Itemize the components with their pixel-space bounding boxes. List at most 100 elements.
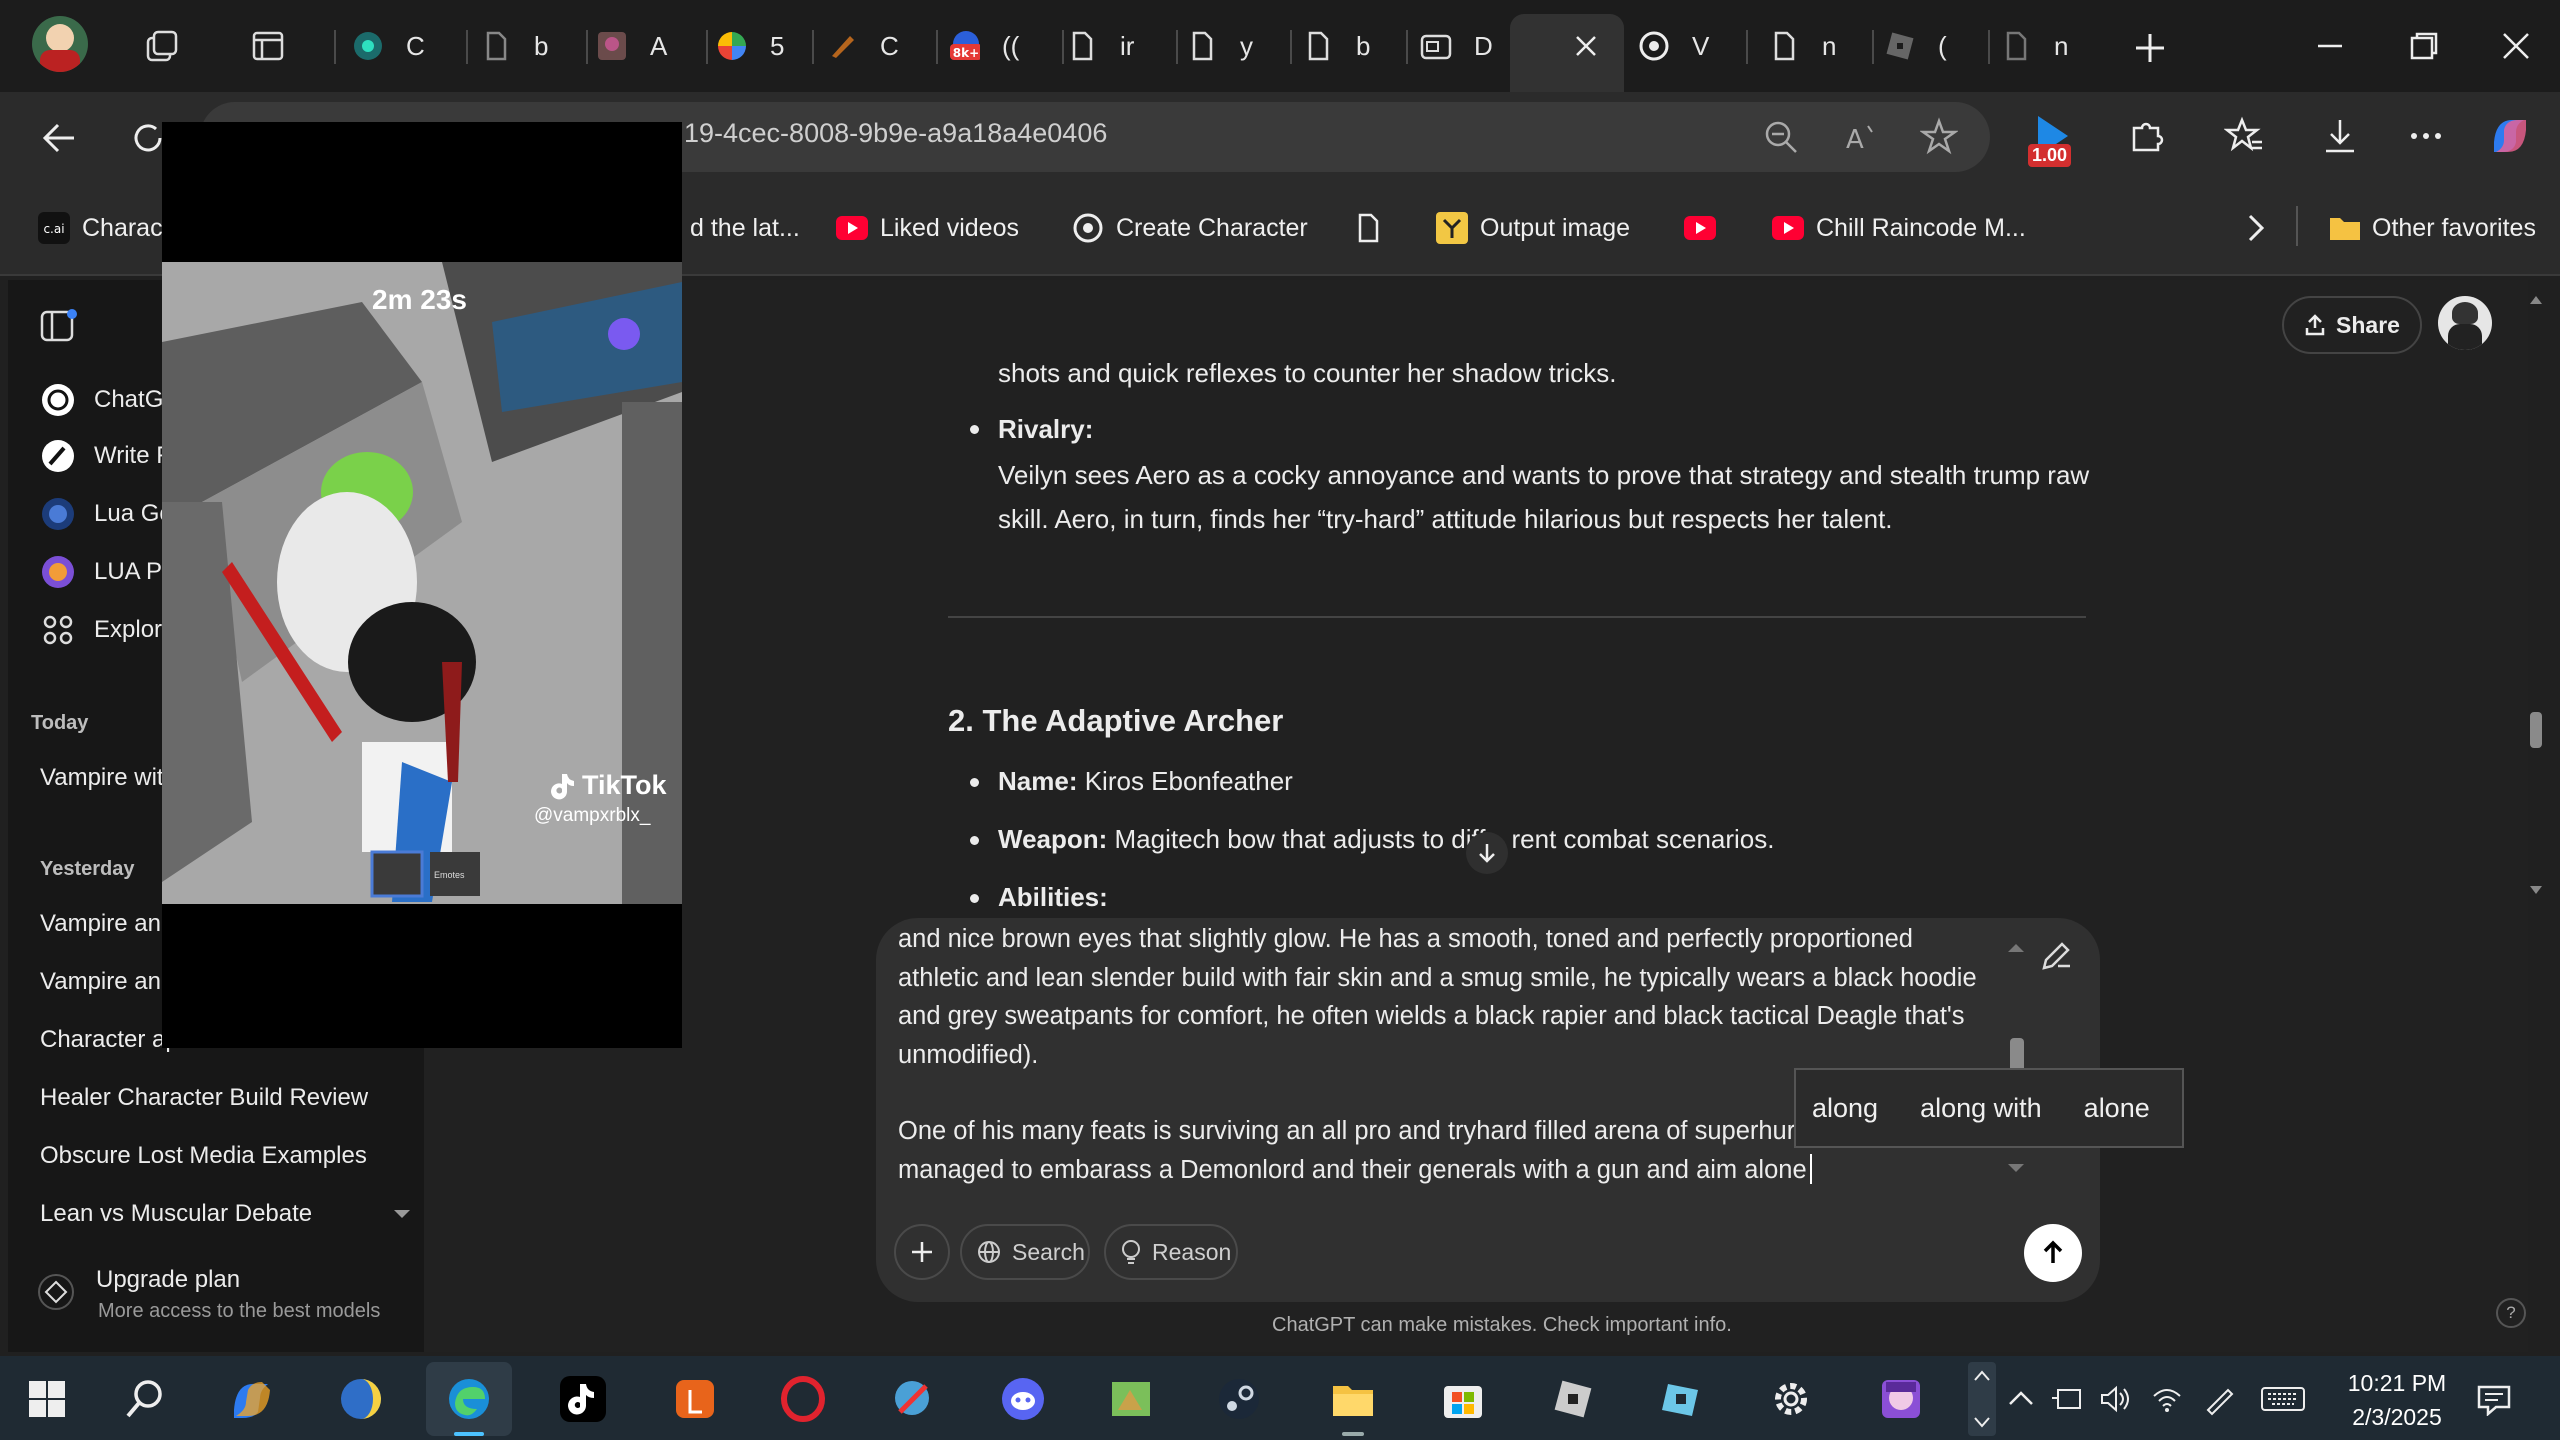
- notifications-icon[interactable]: [2476, 1384, 2512, 1416]
- help-button[interactable]: ?: [2496, 1298, 2526, 1328]
- restore-button[interactable]: [2404, 26, 2444, 66]
- browser-tab[interactable]: (: [1884, 14, 1998, 78]
- browser-tab[interactable]: b: [480, 14, 594, 78]
- edit-canvas-icon[interactable]: [2036, 936, 2076, 976]
- browser-tab[interactable]: 8k+ ((: [948, 14, 1062, 78]
- share-button[interactable]: Share: [2282, 296, 2422, 354]
- chat-history-item[interactable]: Character ap: [40, 1026, 179, 1054]
- taskbar-app[interactable]: [1748, 1362, 1834, 1436]
- scroll-to-bottom-button[interactable]: [1466, 832, 1508, 874]
- taskbar-app[interactable]: [208, 1362, 294, 1436]
- browser-tab[interactable]: y: [1186, 14, 1300, 78]
- tab-actions-icon[interactable]: [250, 28, 286, 64]
- taskbar-app[interactable]: [1196, 1362, 1282, 1436]
- wifi-icon[interactable]: [2150, 1384, 2184, 1414]
- taskbar-app[interactable]: [1530, 1362, 1616, 1436]
- taskbar-scroll[interactable]: [1968, 1362, 1996, 1436]
- chat-history-item[interactable]: Vampire with: [40, 764, 177, 792]
- more-menu-icon[interactable]: [2406, 116, 2446, 156]
- browser-tab[interactable]: n: [2000, 14, 2114, 78]
- close-window-button[interactable]: [2496, 26, 2536, 66]
- scroll-down-caret-icon[interactable]: [392, 1204, 412, 1224]
- sidebar-item-lua-pr[interactable]: LUA Pr: [94, 558, 170, 586]
- bookmark-item[interactable]: [1684, 205, 1728, 251]
- composer-scrollbar-thumb[interactable]: [2010, 1038, 2024, 1072]
- back-icon[interactable]: [38, 116, 82, 160]
- taskbar-app[interactable]: [540, 1362, 626, 1436]
- reason-toggle-button[interactable]: Reason: [1104, 1224, 1238, 1280]
- attach-button[interactable]: [894, 1224, 950, 1280]
- sidebar-item-write[interactable]: Write F: [94, 442, 171, 470]
- message-input[interactable]: and nice brown eyes that slightly glow. …: [898, 920, 2028, 1190]
- page-scrollbar[interactable]: [2526, 292, 2546, 1292]
- browser-tab[interactable]: A: [596, 14, 710, 78]
- browser-tab[interactable]: b: [1302, 14, 1416, 78]
- bookmark-item[interactable]: [1352, 205, 1396, 251]
- bookmark-item[interactable]: Chill Raincode M...: [1772, 205, 2026, 251]
- zoom-icon[interactable]: [1762, 118, 1800, 156]
- copilot-icon[interactable]: [2486, 112, 2534, 160]
- scrollbar-thumb[interactable]: [2530, 712, 2542, 748]
- taskbar-app[interactable]: [318, 1362, 404, 1436]
- start-button[interactable]: [4, 1362, 90, 1436]
- taskbar-app[interactable]: [1088, 1362, 1174, 1436]
- taskbar-app[interactable]: [870, 1362, 956, 1436]
- show-hidden-icons-icon[interactable]: [2006, 1384, 2036, 1414]
- minimize-button[interactable]: [2310, 26, 2350, 66]
- favorites-icon[interactable]: [2224, 116, 2264, 156]
- downloads-icon[interactable]: [2320, 116, 2360, 156]
- clock[interactable]: 10:21 PM 2/3/2025: [2332, 1366, 2462, 1434]
- chat-history-item[interactable]: Vampire and: [40, 968, 174, 996]
- bookmark-item[interactable]: d the lat...: [690, 205, 800, 251]
- suggestion-item[interactable]: along with: [1920, 1093, 2042, 1124]
- bookmark-item[interactable]: Output image: [1436, 205, 1630, 251]
- taskbar-app-edge[interactable]: [426, 1362, 512, 1436]
- workspaces-icon[interactable]: [144, 28, 180, 64]
- suggestion-item[interactable]: alone: [2084, 1093, 2150, 1124]
- volume-icon[interactable]: [2098, 1384, 2132, 1414]
- suggestion-item[interactable]: along: [1812, 1093, 1878, 1124]
- taskbar-app[interactable]: [1310, 1362, 1396, 1436]
- chat-history-item[interactable]: Obscure Lost Media Examples: [40, 1142, 367, 1170]
- chat-history-item[interactable]: Lean vs Muscular Debate: [40, 1200, 312, 1228]
- taskbar-app[interactable]: [1858, 1362, 1944, 1436]
- browser-tab[interactable]: n: [1768, 14, 1882, 78]
- upgrade-icon: [38, 1274, 74, 1310]
- chevron-right-icon[interactable]: [2240, 210, 2272, 246]
- browser-tab[interactable]: C: [352, 14, 466, 78]
- taskbar-app[interactable]: [652, 1362, 738, 1436]
- browser-tab[interactable]: C: [826, 14, 940, 78]
- extension-icon[interactable]: 1.00: [2028, 110, 2082, 167]
- upgrade-plan-button[interactable]: Upgrade plan More access to the best mod…: [30, 1258, 410, 1338]
- bookmark-item[interactable]: c.ai Charact: [38, 205, 170, 251]
- taskbar-app[interactable]: [1420, 1362, 1506, 1436]
- send-button[interactable]: [2024, 1224, 2082, 1282]
- sidebar-toggle-icon[interactable]: [38, 306, 78, 346]
- bookmark-item[interactable]: Liked videos: [836, 205, 1019, 251]
- new-tab-button[interactable]: [2130, 28, 2170, 68]
- user-avatar[interactable]: [2438, 296, 2492, 350]
- favorite-star-icon[interactable]: [1920, 117, 1958, 155]
- composer-scroll-down-icon[interactable]: [2006, 1162, 2026, 1176]
- taskbar-app[interactable]: [980, 1362, 1066, 1436]
- search-toggle-button[interactable]: Search: [960, 1224, 1090, 1280]
- extensions-puzzle-icon[interactable]: [2126, 116, 2166, 156]
- sidebar-item-lua-go[interactable]: Lua Go: [94, 500, 173, 528]
- browser-tab[interactable]: ir: [1066, 14, 1180, 78]
- bookmark-item[interactable]: Create Character: [1072, 205, 1308, 251]
- close-tab-icon[interactable]: [1572, 32, 1600, 60]
- taskbar-app[interactable]: [1638, 1362, 1724, 1436]
- chat-history-item[interactable]: Healer Character Build Review: [40, 1084, 368, 1112]
- read-aloud-icon[interactable]: A: [1842, 118, 1880, 156]
- search-button[interactable]: [102, 1362, 188, 1436]
- profile-avatar[interactable]: [32, 16, 88, 72]
- other-favorites-folder[interactable]: Other favorites: [2328, 205, 2536, 251]
- taskbar-app[interactable]: [760, 1362, 846, 1436]
- battery-plug-icon[interactable]: [2050, 1384, 2084, 1414]
- touch-keyboard-icon[interactable]: [2260, 1384, 2306, 1414]
- browser-tab-active[interactable]: [1510, 14, 1624, 92]
- pen-menu-icon[interactable]: [2202, 1382, 2236, 1416]
- composer-scroll-up-icon[interactable]: [2006, 940, 2026, 954]
- browser-tab[interactable]: V: [1638, 14, 1752, 78]
- chat-history-item[interactable]: Vampire and: [40, 910, 174, 938]
